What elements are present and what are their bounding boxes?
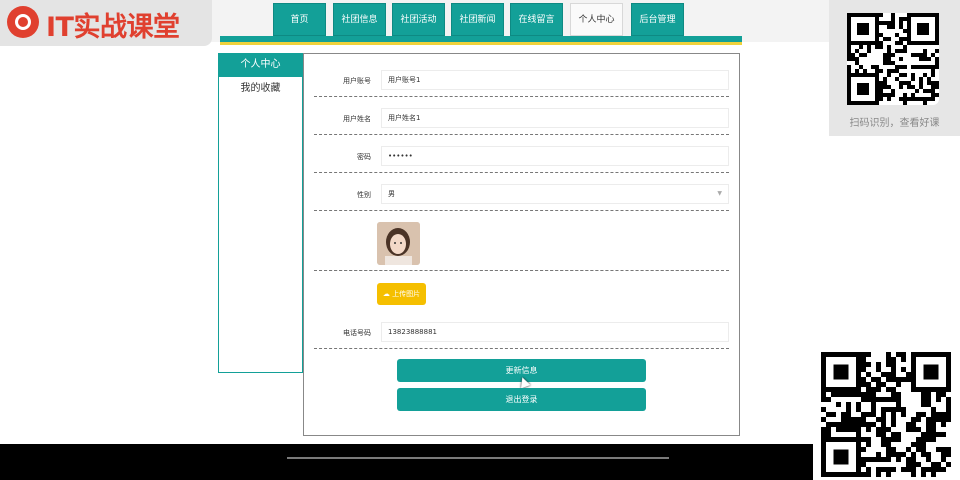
gender-value: 男 (388, 190, 395, 198)
account-label: 用户账号 (343, 77, 371, 85)
cloud-upload-icon: ☁ (382, 290, 390, 298)
form-row-phone: 电话号码 13823888881 (314, 318, 729, 349)
logout-button[interactable]: 退出登录 (397, 388, 646, 411)
nav-club-info[interactable]: 社团信息 (333, 3, 386, 36)
gender-label: 性别 (357, 191, 371, 199)
logo-text: IT实战课堂 (46, 12, 180, 43)
qr-code-card: 扫码识别，查看好课 (829, 0, 960, 136)
logo: IT实战课堂 (0, 0, 212, 46)
nav-admin[interactable]: 后台管理 (631, 3, 684, 36)
qr-code-bottom (813, 344, 960, 480)
avatar-image (377, 222, 420, 265)
sidebar-item-favorites[interactable]: 我的收藏 (219, 77, 302, 101)
logo-icon (7, 6, 39, 38)
nav-home[interactable]: 首页 (273, 3, 326, 36)
form-row-password: 密码 •••••• (314, 142, 729, 173)
name-label: 用户姓名 (343, 115, 371, 123)
upload-image-button[interactable]: ☁ 上传图片 (377, 283, 426, 305)
gender-select[interactable]: 男 ▼ (381, 184, 729, 204)
nav-club-news[interactable]: 社团新闻 (451, 3, 504, 36)
profile-form-panel: 用户账号 用户账号1 用户姓名 用户姓名1 密码 •••••• 性别 男 ▼ ☁… (303, 53, 740, 436)
nav-personal-center[interactable]: 个人中心 (570, 3, 623, 36)
sidebar-item-personal-center[interactable]: 个人中心 (219, 53, 302, 77)
form-row-account: 用户账号 用户账号1 (314, 66, 729, 97)
form-row-name: 用户姓名 用户姓名1 (314, 104, 729, 135)
nav-club-activities[interactable]: 社团活动 (392, 3, 445, 36)
form-row-upload (314, 270, 729, 271)
nav-underline-strip (220, 36, 742, 45)
name-input[interactable]: 用户姓名1 (381, 108, 729, 128)
nav-messages[interactable]: 在线留言 (510, 3, 563, 36)
seek-bar[interactable] (287, 457, 669, 459)
password-label: 密码 (357, 153, 371, 161)
upload-button-label: 上传图片 (392, 290, 421, 298)
form-row-gender: 性别 男 ▼ (314, 180, 729, 211)
account-input[interactable]: 用户账号1 (381, 70, 729, 90)
phone-label: 电话号码 (343, 329, 371, 337)
qr-caption: 扫码识别，查看好课 (849, 118, 940, 129)
qr-code (847, 13, 939, 105)
chevron-down-icon: ▼ (717, 190, 722, 197)
video-control-bar (0, 444, 813, 480)
password-input[interactable]: •••••• (381, 146, 729, 166)
phone-input[interactable]: 13823888881 (381, 322, 729, 342)
sidebar: 个人中心 我的收藏 (218, 53, 303, 373)
